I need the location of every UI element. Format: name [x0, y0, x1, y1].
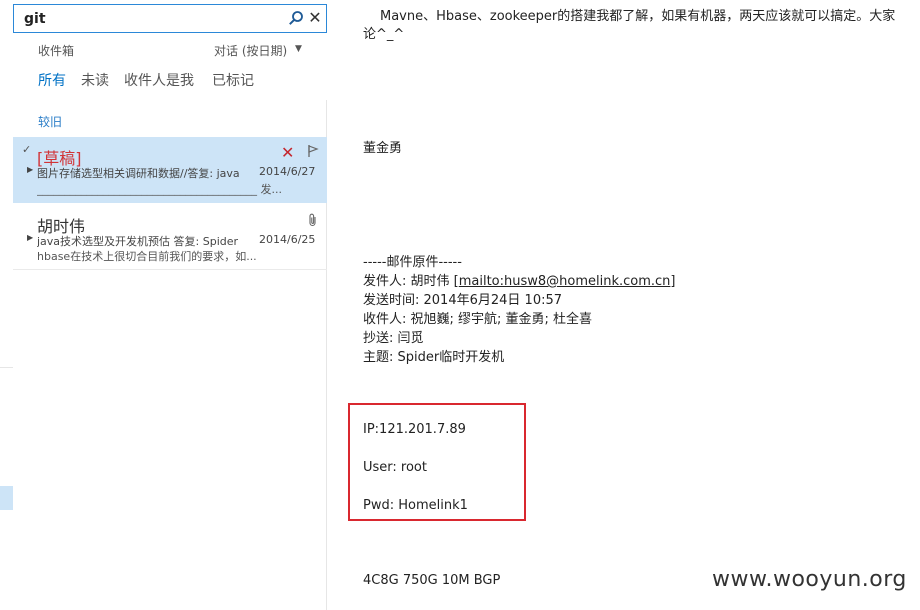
credential-ip: IP:121.201.7.89: [363, 422, 466, 437]
left-strip: [0, 0, 13, 610]
filter-unread[interactable]: 未读: [81, 70, 109, 90]
folder-label: 收件箱: [38, 44, 75, 58]
body-text-line: 论^_^: [363, 27, 405, 42]
original-recipients: 收件人: 祝旭巍; 缪宇航; 董金勇; 杜全喜: [363, 312, 593, 327]
filter-to-me[interactable]: 收件人是我: [124, 70, 194, 90]
left-strip-selected-marker[interactable]: [0, 486, 13, 510]
original-cc: 抄送: 闫觅: [363, 331, 424, 346]
left-strip-divider: [0, 367, 13, 368]
message-date: 2014/6/25: [259, 233, 316, 246]
watermark: www.wooyun.org: [712, 567, 907, 592]
message-subject: java技术选型及开发机预估 答复: Spider: [37, 235, 239, 248]
body-text-line: Mavne、Hbase、zookeeper的搭建我都了解，如果有机器，两天应该就…: [380, 9, 896, 24]
search-input[interactable]: [24, 10, 284, 28]
message-list-pane: ✕ 收件箱 对话 (按日期) ▼ 所有 未读 收件人是我 已标记 较旧 ✓ [草…: [13, 0, 327, 610]
flag-icon[interactable]: [306, 144, 320, 158]
delete-icon[interactable]: ✕: [281, 143, 294, 162]
original-subject: 主题: Spider临时开发机: [363, 350, 505, 365]
original-message-header: -----邮件原件-----: [363, 255, 462, 270]
sender-email-link[interactable]: mailto:husw8@homelink.com.cn: [459, 274, 671, 289]
message-item-draft[interactable]: ✓ [草稿] ✕ ▶ 图片存储选型相关调研和数据//答复: java 2014/…: [13, 137, 327, 203]
sort-dropdown[interactable]: 对话 (按日期): [214, 42, 287, 59]
credential-password: Pwd: Homelink1: [363, 498, 468, 513]
chevron-down-icon[interactable]: ▼: [295, 44, 302, 54]
expand-conversation-icon[interactable]: ▶: [27, 233, 33, 242]
message-preview: ________________________________________…: [37, 183, 281, 196]
checkmark-icon[interactable]: ✓: [22, 143, 31, 156]
signature: 董金勇: [363, 141, 403, 156]
group-header-older[interactable]: 较旧: [38, 113, 62, 130]
original-from: 发件人: 胡时伟 [mailto:husw8@homelink.com.cn]: [363, 270, 676, 289]
filter-flagged[interactable]: 已标记: [212, 70, 254, 90]
attachment-icon: [309, 213, 316, 227]
from-suffix: ]: [670, 274, 676, 289]
expand-conversation-icon[interactable]: ▶: [27, 165, 33, 174]
message-item[interactable]: 胡时伟 ▶ java技术选型及开发机预估 答复: Spider 2014/6/2…: [13, 203, 327, 270]
server-spec: 4C8G 750G 10M BGP: [363, 573, 501, 588]
message-subject: 图片存储选型相关调研和数据//答复: java: [37, 167, 240, 180]
clear-search-close-icon[interactable]: ✕: [308, 10, 322, 26]
reading-pane: Mavne、Hbase、zookeeper的搭建我都了解，如果有机器，两天应该就…: [327, 0, 920, 610]
message-preview: hbase在技术上很切合目前我们的要求，如...: [37, 250, 257, 263]
original-sent-time: 发送时间: 2014年6月24日 10:57: [363, 293, 563, 308]
search-box[interactable]: ✕: [13, 4, 327, 33]
filter-all[interactable]: 所有: [38, 70, 66, 90]
search-icon[interactable]: [288, 10, 304, 26]
credential-user: User: root: [363, 460, 427, 475]
from-label: 发件人: 胡时伟 [: [363, 274, 459, 289]
message-date: 2014/6/27: [259, 165, 316, 178]
